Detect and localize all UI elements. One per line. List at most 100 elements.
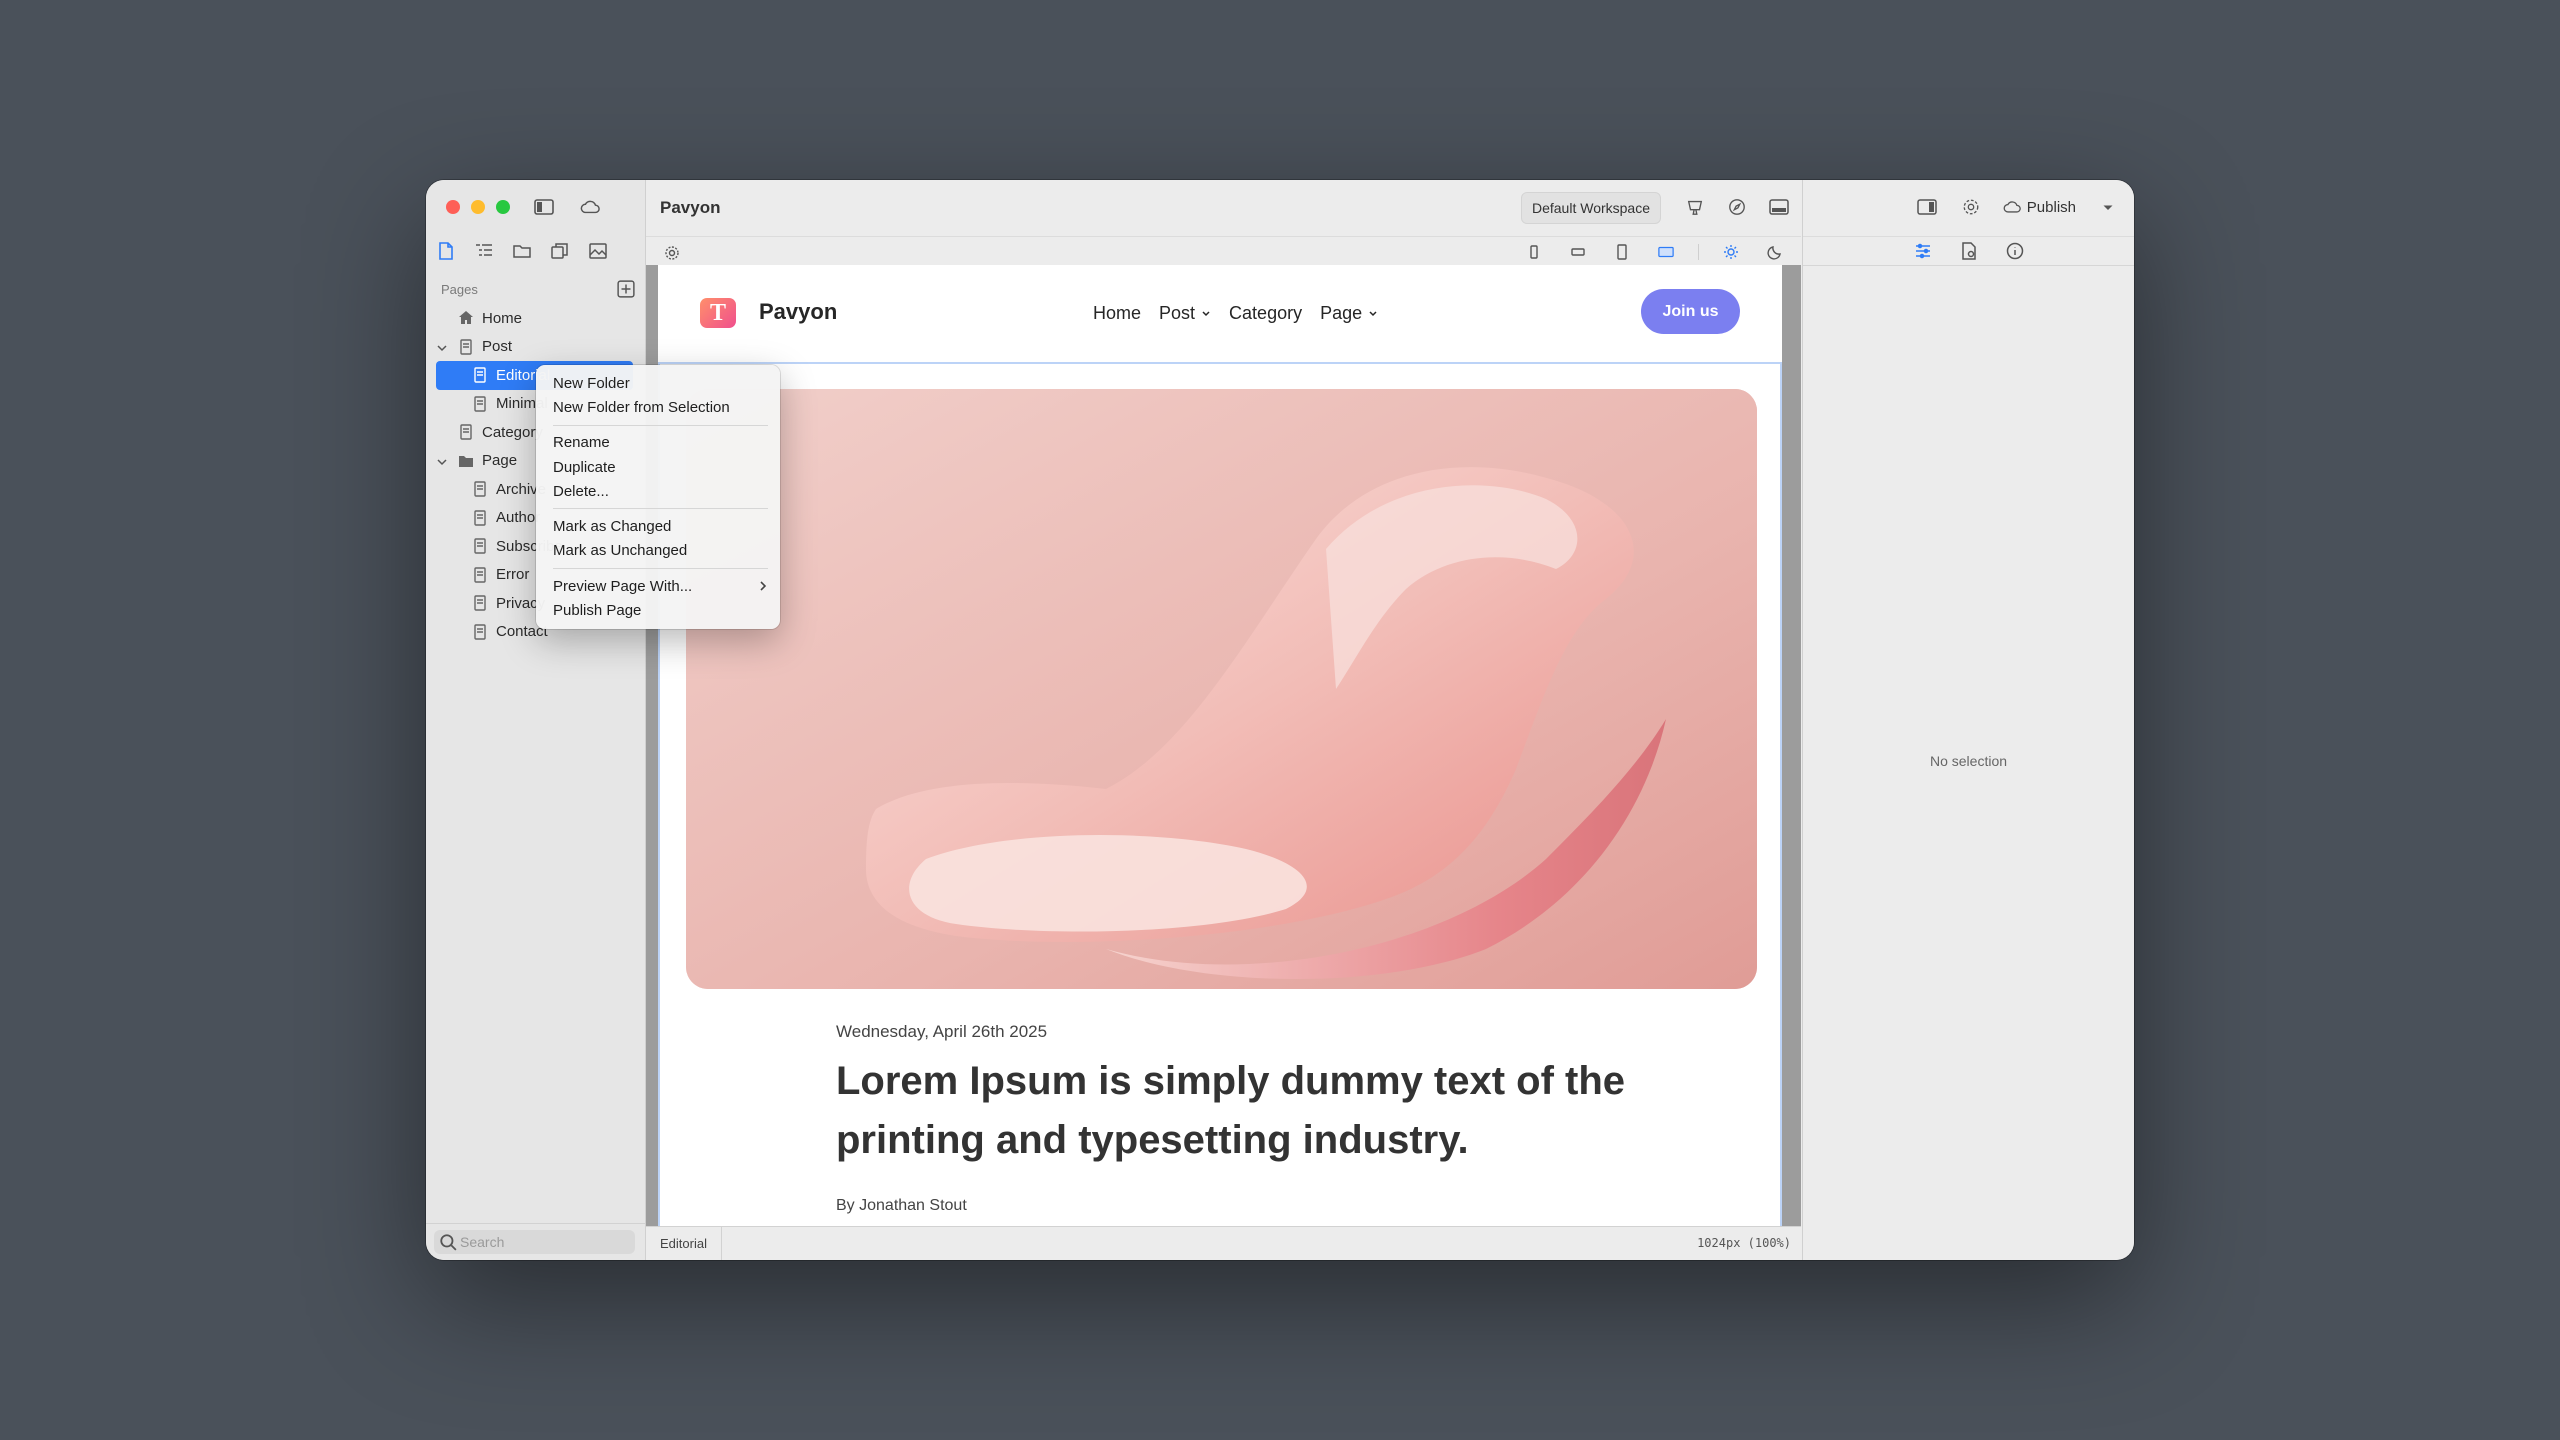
nav-label: Page [1320,303,1363,323]
page-item-post[interactable]: Post [426,333,645,362]
page-icon [458,424,474,440]
chevron-down-icon[interactable] [436,455,448,467]
nav-home[interactable]: Home [1093,303,1141,324]
cloud-icon[interactable] [578,196,602,218]
page-icon [472,510,488,526]
brush-icon[interactable] [1683,196,1707,218]
project-title: Pavyon [660,198,721,217]
menu-item-label: Mark as Unchanged [553,542,688,560]
compass-icon[interactable] [1725,196,1749,218]
menu-item-mark-as-unchanged[interactable]: Mark as Unchanged [536,539,780,563]
chevron-down-icon [1202,310,1210,316]
site-nav: Home Post Category Page [1093,303,1378,324]
search-placeholder: Search [460,1234,505,1250]
menu-item-new-folder[interactable]: New Folder [536,371,780,395]
page-preview: T Pavyon Home Post Category Page Join us [658,265,1782,1227]
editor-area: Pavyon Default Workspace T Pavyon Home P… [646,180,1801,1260]
post-body: Wednesday, April 26th 2025 Lorem Ipsum i… [658,364,1782,1227]
page-icon [472,595,488,611]
current-page-tab[interactable]: Editorial [646,1227,722,1260]
folder-tab-icon[interactable] [510,240,534,262]
nav-post[interactable]: Post [1159,303,1211,324]
menu-item-label: Delete... [553,482,609,500]
components-tab-icon[interactable] [548,240,572,262]
info-icon[interactable] [2003,240,2027,262]
menu-item-duplicate[interactable]: Duplicate [536,455,780,479]
divider [426,1223,645,1224]
assets-tab-icon[interactable] [586,240,610,262]
menu-separator [553,508,768,510]
minimize-window-button[interactable] [471,200,485,214]
nav-label: Post [1159,303,1196,323]
nav-category[interactable]: Category [1229,303,1302,324]
pages-section-title: Pages [441,281,478,297]
chair-illustration [686,389,1757,989]
page-item-home[interactable]: Home [426,304,645,333]
settings-icon[interactable] [1959,196,1983,218]
phone-portrait-icon[interactable] [1522,241,1546,263]
page-settings-tab-icon[interactable] [1957,240,1981,262]
tablet-icon[interactable] [1610,241,1634,263]
moon-icon[interactable] [1763,241,1787,263]
desktop-icon[interactable] [1654,241,1678,263]
zoom-window-button[interactable] [496,200,510,214]
menu-item-label: New Folder [553,374,630,392]
gear-icon[interactable] [660,242,684,264]
page-icon [472,538,488,554]
menu-item-new-folder-from-selection[interactable]: New Folder from Selection [536,395,780,419]
hero-image [686,389,1757,989]
page-item-label: Page [482,452,518,470]
publish-label: Publish [2026,198,2076,216]
menu-item-label: New Folder from Selection [553,398,730,416]
status-bar: Editorial 1024px (100%) [646,1226,1801,1260]
right-panel-toggle-icon[interactable] [1915,196,1939,218]
post-headline: Lorem Ipsum is simply dummy text of the … [836,1059,1626,1162]
site-brand[interactable]: Pavyon [759,299,837,325]
page-icon [472,367,488,383]
window-controls [446,200,510,214]
menu-item-delete[interactable]: Delete... [536,479,780,503]
close-window-button[interactable] [446,200,460,214]
folder-icon [458,453,474,469]
page-icon [472,481,488,497]
inspector-panel: Publish No selection [1802,180,2134,1260]
search-icon [438,1232,458,1252]
menu-item-label: Rename [553,434,610,452]
canvas-toolbar [646,236,1801,266]
menu-item-label: Duplicate [553,458,616,476]
page-item-label: Post [482,338,513,356]
menu-item-label: Preview Page With... [553,577,693,595]
bottom-panel-icon[interactable] [1767,196,1791,218]
menu-separator [553,424,768,426]
search-input[interactable]: Search [434,1230,635,1254]
phone-landscape-icon[interactable] [1566,241,1590,263]
workspace-selector[interactable]: Default Workspace [1520,192,1661,224]
sun-icon[interactable] [1719,241,1743,263]
add-page-icon[interactable] [617,280,635,298]
layers-tab-icon[interactable] [472,240,496,262]
page-icon [472,567,488,583]
publish-options-chevron-icon[interactable] [2096,196,2120,218]
nav-label: Home [1093,303,1142,323]
join-button[interactable]: Join us [1641,289,1740,334]
home-icon [458,310,474,326]
menu-item-publish-page[interactable]: Publish Page [536,598,780,622]
nav-page[interactable]: Page [1320,303,1378,324]
divider [1698,244,1699,260]
pages-tab-icon[interactable] [434,240,458,262]
page-icon [472,396,488,412]
page-icon [458,339,474,355]
canvas[interactable]: T Pavyon Home Post Category Page Join us [646,265,1801,1227]
site-logo[interactable]: T [700,298,736,328]
menu-item-rename[interactable]: Rename [536,431,780,455]
sidebar-toggle-icon[interactable] [532,196,556,218]
chevron-down-icon[interactable] [436,341,448,353]
publish-button[interactable]: Publish [2003,199,2076,216]
title-bar: Pavyon Default Workspace [646,180,1801,236]
menu-item-mark-as-changed[interactable]: Mark as Changed [536,514,780,538]
site-header: T Pavyon Home Post Category Page Join us [658,265,1782,364]
properties-tab-icon[interactable] [1911,240,1935,262]
page-item-label: Author [496,509,541,527]
menu-item-label: Publish Page [553,602,642,620]
menu-item-preview-page-with[interactable]: Preview Page With... [536,574,780,598]
